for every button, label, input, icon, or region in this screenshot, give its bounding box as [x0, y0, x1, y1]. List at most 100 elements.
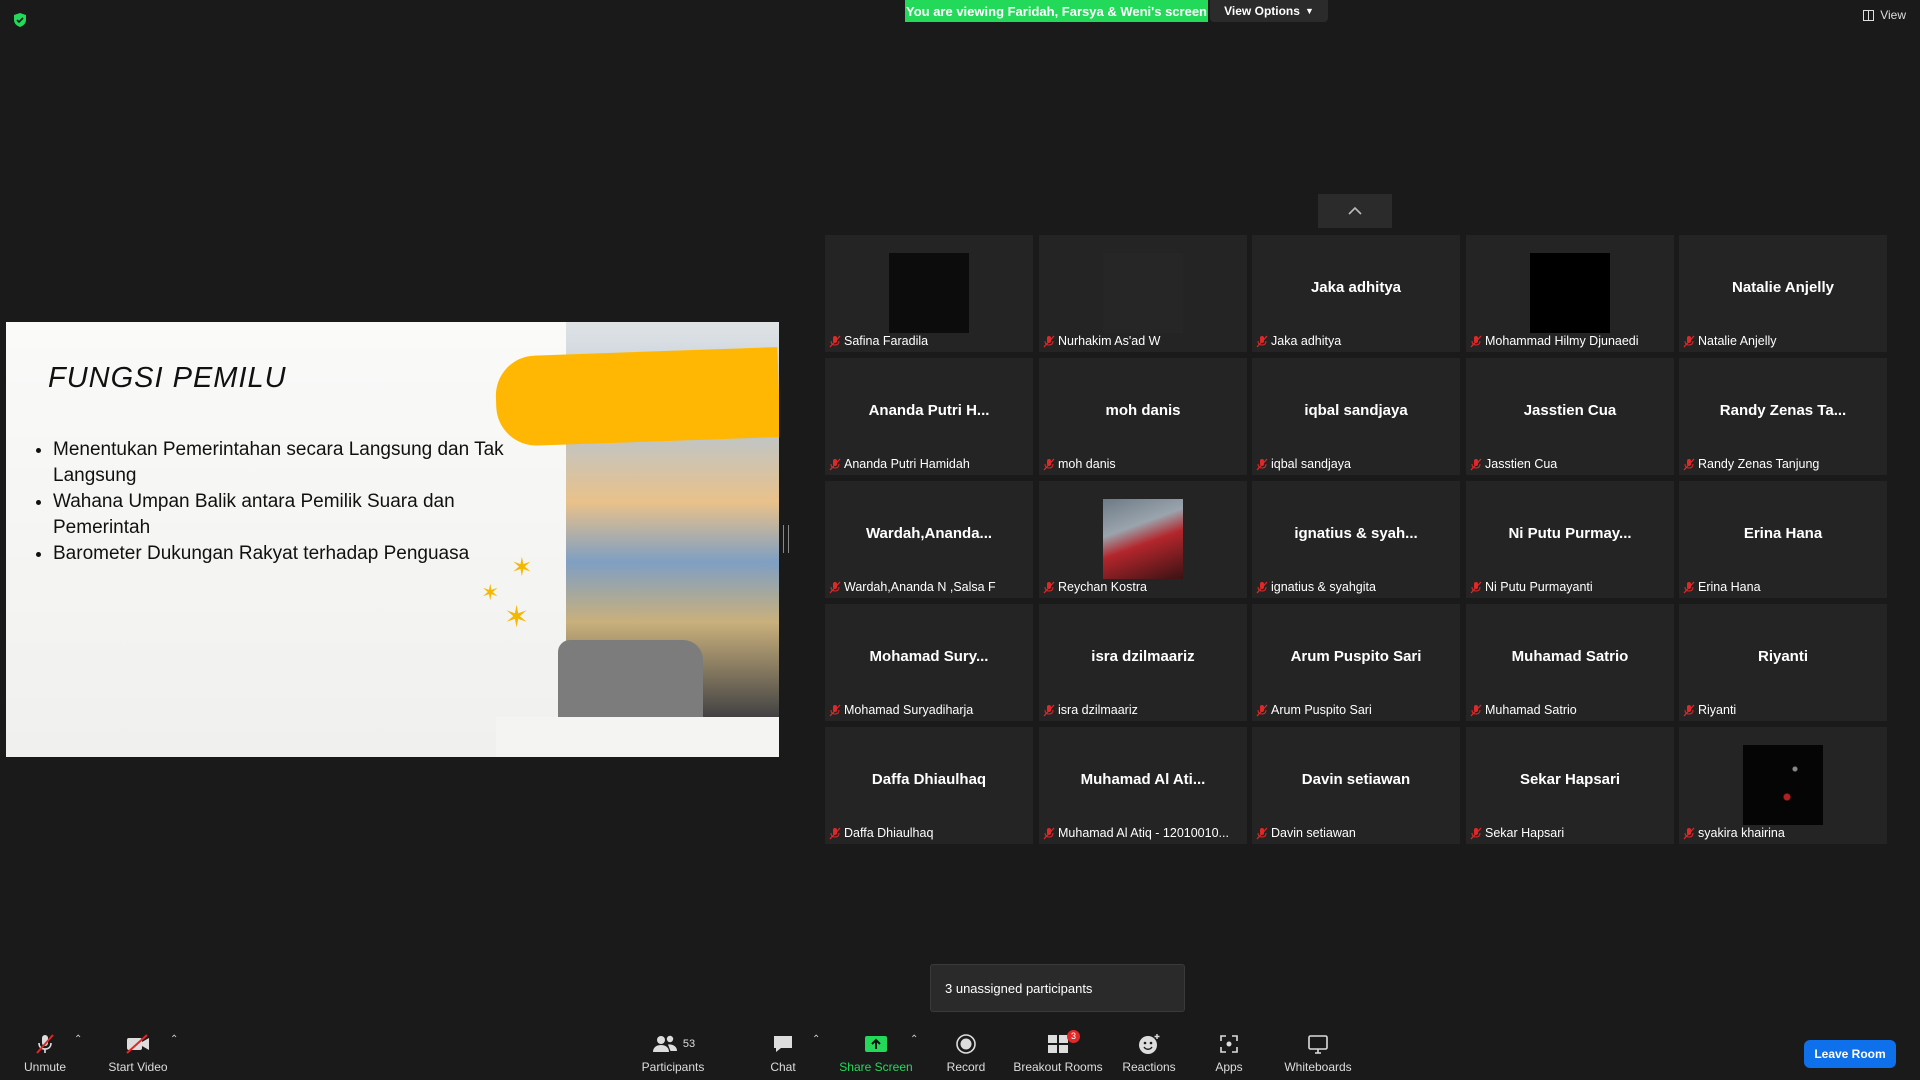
view-options-button[interactable]: View Options ▼ — [1210, 0, 1328, 22]
participant-display-name: Ananda Putri H... — [868, 402, 990, 419]
participant-display-name: Muhamad Al Ati... — [1080, 771, 1206, 788]
participant-tile[interactable]: Reychan Kostra — [1039, 481, 1247, 598]
microphone-muted-icon — [1470, 458, 1482, 470]
participant-display-name: Davin setiawan — [1301, 771, 1411, 788]
participant-tile[interactable]: Davin setiawan Davin setiawan — [1252, 727, 1460, 844]
participant-name-label: Reychan Kostra — [1043, 578, 1147, 596]
microphone-muted-icon — [1256, 581, 1268, 593]
start-video-label: Start Video — [108, 1060, 168, 1074]
apps-label: Apps — [1215, 1060, 1243, 1074]
participant-display-name: Jaka adhitya — [1310, 279, 1402, 296]
participant-tile[interactable]: ignatius & syah... ignatius & syahgita — [1252, 481, 1460, 598]
record-button[interactable]: Record — [921, 1032, 1011, 1074]
participant-display-name: ignatius & syah... — [1294, 525, 1418, 542]
meeting-toolbar: Unmute ⌃ Start Video ⌃ 53 Participants C… — [0, 1020, 1920, 1080]
microphone-muted-icon — [1043, 704, 1055, 716]
participant-tile[interactable]: Arum Puspito Sari Arum Puspito Sari — [1252, 604, 1460, 721]
participant-tile[interactable]: Daffa Dhiaulhaq Daffa Dhiaulhaq — [825, 727, 1033, 844]
video-options-caret-icon[interactable]: ⌃ — [170, 1034, 178, 1045]
microphone-muted-icon — [1043, 458, 1055, 470]
participant-tile[interactable]: Muhamad Satrio Muhamad Satrio — [1466, 604, 1674, 721]
participant-tile[interactable]: Jasstien Cua Jasstien Cua — [1466, 358, 1674, 475]
participant-tile[interactable]: Muhamad Al Ati... Muhamad Al Atiq - 12010… — [1039, 727, 1247, 844]
slide-torn-paper — [496, 717, 779, 757]
participant-name-label: Randy Zenas Tanjung — [1683, 455, 1819, 473]
shared-screen: FUNGSI PEMILU Menentukan Pemerintahan se… — [6, 322, 779, 757]
breakout-rooms-badge: 3 — [1066, 1030, 1080, 1043]
chevron-up-icon — [1348, 206, 1362, 215]
screen-share-banner-text: You are viewing Faridah, Farsya & Weni's… — [906, 3, 1207, 19]
participant-tile[interactable]: Ni Putu Purmay... Ni Putu Purmayanti — [1466, 481, 1674, 598]
apps-button[interactable]: Apps — [1184, 1032, 1274, 1074]
participant-name: Jaka adhitya — [1271, 334, 1342, 348]
participant-tile[interactable]: Safina Faradila — [825, 235, 1033, 352]
reactions-button[interactable]: Reactions — [1104, 1032, 1194, 1074]
participant-tile[interactable]: Riyanti Riyanti — [1679, 604, 1887, 721]
breakout-rooms-label: Breakout Rooms — [1013, 1060, 1103, 1074]
participant-tile[interactable]: moh danis moh danis — [1039, 358, 1247, 475]
view-layout-button[interactable]: View — [1863, 8, 1906, 22]
participant-display-name: Mohamad Sury... — [869, 648, 989, 665]
gallery-previous-page-button[interactable] — [1318, 194, 1392, 228]
participant-tile[interactable]: Nurhakim As'ad W — [1039, 235, 1247, 352]
participant-name: Muhamad Al Atiq - 12010010... — [1058, 826, 1229, 840]
participant-tile[interactable]: Natalie Anjelly Natalie Anjelly — [1679, 235, 1887, 352]
participant-tile[interactable]: Wardah,Ananda... Wardah,Ananda N ,Salsa F — [825, 481, 1033, 598]
participants-icon — [652, 1035, 677, 1052]
participant-tile[interactable]: Erina Hana Erina Hana — [1679, 481, 1887, 598]
microphone-muted-icon — [829, 335, 841, 347]
slide-bullet-list: Menentukan Pemerintahan secara Langsung … — [31, 437, 543, 567]
participant-name-label: Erina Hana — [1683, 578, 1761, 596]
participant-display-name: iqbal sandjaya — [1304, 402, 1408, 419]
chat-options-caret-icon[interactable]: ⌃ — [812, 1034, 820, 1045]
participant-tile[interactable]: iqbal sandjaya iqbal sandjaya — [1252, 358, 1460, 475]
participant-name-label: Ni Putu Purmayanti — [1470, 578, 1593, 596]
participant-name-label: Muhamad Al Atiq - 12010010... — [1043, 824, 1229, 842]
participants-button[interactable]: 53 Participants — [628, 1032, 718, 1074]
split-view-divider-handle[interactable] — [783, 525, 789, 553]
gallery-layout-icon — [1863, 9, 1875, 21]
participant-display-name: Riyanti — [1757, 648, 1808, 665]
unassigned-participants-tooltip: 3 unassigned participants — [930, 964, 1185, 1012]
microphone-muted-icon — [829, 704, 841, 716]
leave-room-button[interactable]: Leave Room — [1804, 1040, 1896, 1068]
reactions-label: Reactions — [1122, 1060, 1176, 1074]
whiteboards-button[interactable]: Whiteboards — [1273, 1032, 1363, 1074]
participant-tile[interactable]: Sekar Hapsari Sekar Hapsari — [1466, 727, 1674, 844]
microphone-muted-icon — [1043, 827, 1055, 839]
slide-bullet: Menentukan Pemerintahan secara Langsung … — [53, 437, 543, 489]
share-screen-button[interactable]: Share Screen — [831, 1032, 921, 1074]
breakout-rooms-button[interactable]: 3 Breakout Rooms — [1013, 1030, 1103, 1074]
audio-options-caret-icon[interactable]: ⌃ — [74, 1034, 82, 1045]
security-shield-icon[interactable] — [12, 12, 28, 28]
chat-bubble-icon — [774, 1036, 792, 1052]
participant-tile[interactable]: Mohammad Hilmy Djunaedi — [1466, 235, 1674, 352]
participant-tile[interactable]: Mohamad Sury... Mohamad Suryadiharja — [825, 604, 1033, 721]
participant-name-label: Ananda Putri Hamidah — [829, 455, 970, 473]
participant-tile[interactable]: syakira khairina — [1679, 727, 1887, 844]
slide-rock-image — [558, 640, 703, 725]
participant-name-label: Muhamad Satrio — [1470, 701, 1577, 719]
microphone-muted-icon — [829, 458, 841, 470]
participant-name-label: Natalie Anjelly — [1683, 332, 1777, 350]
participants-label: Participants — [641, 1060, 705, 1074]
participant-name: Nurhakim As'ad W — [1058, 334, 1161, 348]
participant-display-name: Jasstien Cua — [1523, 402, 1617, 419]
participant-display-name: Randy Zenas Ta... — [1719, 402, 1847, 419]
microphone-muted-icon — [1683, 704, 1695, 716]
participant-name: Mohamad Suryadiharja — [844, 703, 974, 717]
whiteboards-label: Whiteboards — [1284, 1060, 1352, 1074]
microphone-muted-icon — [36, 1034, 54, 1054]
participant-tile[interactable]: Ananda Putri H... Ananda Putri Hamidah — [825, 358, 1033, 475]
sparkle-icon: ✶ — [504, 601, 530, 634]
screen-share-banner: You are viewing Faridah, Farsya & Weni's… — [905, 0, 1208, 22]
microphone-muted-icon — [1470, 704, 1482, 716]
microphone-muted-icon — [1256, 458, 1268, 470]
microphone-muted-icon — [1470, 827, 1482, 839]
participant-tile[interactable]: isra dzilmaariz isra dzilmaariz — [1039, 604, 1247, 721]
microphone-muted-icon — [1683, 335, 1695, 347]
share-options-caret-icon[interactable]: ⌃ — [910, 1034, 918, 1045]
participant-tile[interactable]: Jaka adhitya Jaka adhitya — [1252, 235, 1460, 352]
participant-name-label: Jaka adhitya — [1256, 332, 1341, 350]
participant-tile[interactable]: Randy Zenas Ta... Randy Zenas Tanjung — [1679, 358, 1887, 475]
